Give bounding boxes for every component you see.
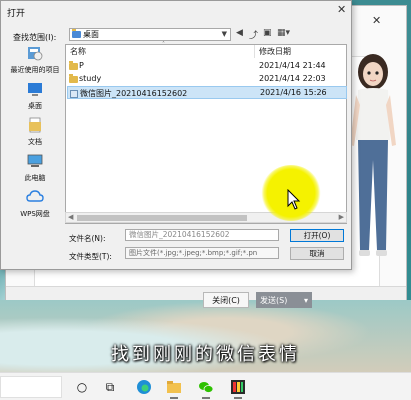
taskbar: ○ ⧉ xyxy=(0,372,411,400)
back-icon[interactable]: ◀ xyxy=(236,28,243,38)
place-label-desktop: 桌面 xyxy=(28,102,42,110)
folder-icon xyxy=(69,74,78,83)
mouse-pointer-icon xyxy=(287,189,301,210)
task-view-icon[interactable]: ⧉ xyxy=(102,379,118,395)
column-separator[interactable] xyxy=(254,45,255,58)
file-date: 2021/4/16 15:26 xyxy=(260,88,327,97)
scroll-left-icon[interactable]: ◀ xyxy=(68,213,73,221)
explorer-running-indicator xyxy=(170,397,178,399)
cancel-button[interactable]: 取消 xyxy=(290,247,344,260)
recent-icon xyxy=(28,47,43,61)
place-recent[interactable]: 最近使用的项目 xyxy=(7,45,63,75)
video-subtitle: 找到刚刚的微信表情 xyxy=(111,344,300,365)
new-folder-icon[interactable]: ▣ xyxy=(263,28,272,38)
sort-caret-icon: ˄ xyxy=(162,41,165,48)
file-date: 2021/4/14 21:44 xyxy=(259,61,326,70)
look-in-label: 查找范围(I): xyxy=(13,33,57,42)
column-header-name[interactable]: 名称 xyxy=(70,46,86,57)
file-name-input[interactable]: 微信图片_20210416152602 xyxy=(125,229,279,241)
file-explorer-icon[interactable] xyxy=(166,379,182,395)
open-file-dialog: 打开 ✕ 查找范围(I): 桌面 ▼ ◀ ⤴ ▣ ▦▾ 最近使用的项目 桌面 文… xyxy=(0,0,352,270)
bg-close-button[interactable]: 关闭(C) xyxy=(203,292,249,308)
dialog-close-button[interactable]: ✕ xyxy=(337,3,346,16)
file-row-folder-study[interactable]: study 2021/4/14 22:03 xyxy=(67,73,347,86)
send-button[interactable]: 发送(S) ▾ xyxy=(256,292,312,308)
place-label-recent: 最近使用的项目 xyxy=(10,66,60,74)
this-pc-icon xyxy=(27,154,43,167)
wechat-running-indicator xyxy=(202,397,210,399)
look-in-value: 桌面 xyxy=(83,30,99,39)
file-name: study xyxy=(79,74,102,83)
place-label-this-pc: 此电脑 xyxy=(24,174,46,182)
place-label-documents: 文档 xyxy=(28,138,42,146)
taskbar-search-box[interactable] xyxy=(0,376,62,398)
file-name: P xyxy=(79,61,84,70)
app-running-indicator xyxy=(234,397,242,399)
column-header-date[interactable]: 修改日期 xyxy=(259,46,291,57)
send-button-label: 发送(S) xyxy=(260,295,288,305)
scroll-right-icon[interactable]: ▶ xyxy=(339,213,344,221)
up-folder-icon[interactable]: ⤴ xyxy=(249,28,258,41)
cartoon-character-image xyxy=(350,54,396,256)
desktop-icon xyxy=(28,83,42,96)
file-date: 2021/4/14 22:03 xyxy=(259,74,326,83)
file-row-wechat-image[interactable]: 微信图片_20210416152602 2021/4/16 15:26 xyxy=(67,86,347,99)
scrollbar-thumb[interactable] xyxy=(77,215,247,221)
wps-cloud-icon xyxy=(26,190,44,202)
desktop-folder-icon xyxy=(72,29,81,38)
file-type-select[interactable]: 图片文件(*.jpg;*.jpeg;*.bmp;*.gif;*.pn xyxy=(125,247,279,259)
file-name: 微信图片_20210416152602 xyxy=(80,89,188,98)
view-menu-icon[interactable]: ▦▾ xyxy=(277,28,290,38)
cortana-icon[interactable]: ○ xyxy=(74,379,90,395)
dialog-title: 打开 xyxy=(7,9,26,19)
file-name-label: 文件名(N): xyxy=(69,234,106,243)
place-wps-cloud[interactable]: WPS网盘 xyxy=(7,189,63,219)
look-in-combobox[interactable]: 桌面 ▼ xyxy=(69,28,231,41)
place-documents[interactable]: 文档 xyxy=(7,117,63,147)
chevron-down-icon: ▼ xyxy=(221,30,227,38)
documents-icon xyxy=(29,117,41,133)
bg-close-x-button[interactable]: ✕ xyxy=(372,14,381,27)
edge-icon[interactable] xyxy=(136,379,152,395)
place-this-pc[interactable]: 此电脑 xyxy=(7,153,63,183)
folder-icon xyxy=(69,61,78,70)
image-file-icon xyxy=(70,90,78,98)
send-dropdown-icon[interactable]: ▾ xyxy=(304,296,308,305)
app-icon[interactable] xyxy=(230,379,246,395)
place-desktop[interactable]: 桌面 xyxy=(7,81,63,111)
wechat-icon[interactable] xyxy=(198,379,214,395)
file-type-label: 文件类型(T): xyxy=(69,252,112,261)
places-bar: 最近使用的项目 桌面 文档 此电脑 WPS网盘 xyxy=(7,43,61,223)
place-label-wps-cloud: WPS网盘 xyxy=(20,210,50,218)
open-button[interactable]: 打开(O) xyxy=(290,229,344,242)
file-row-folder-p[interactable]: P 2021/4/14 21:44 xyxy=(67,60,347,73)
